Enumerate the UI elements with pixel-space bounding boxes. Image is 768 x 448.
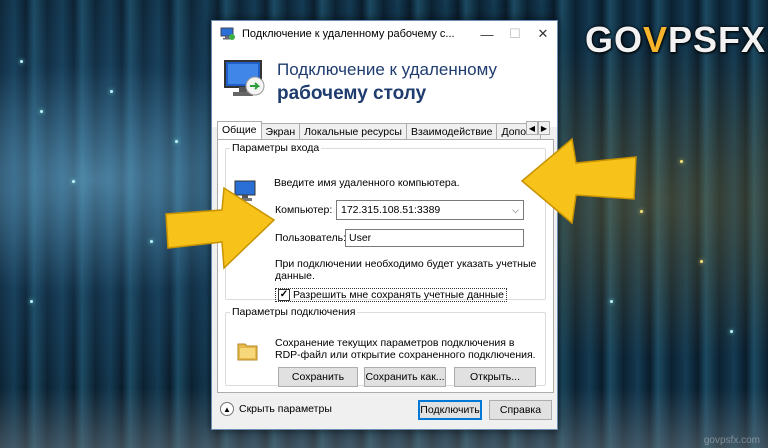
- hide-options-label: Скрыть параметры: [239, 403, 332, 415]
- folder-icon: [235, 338, 261, 364]
- tab-scroll-buttons: ◀ ▶: [526, 119, 550, 135]
- save-credentials-checkbox[interactable]: ✓: [278, 289, 290, 301]
- site-watermark: govpsfx.com: [703, 435, 760, 446]
- computer-label: Компьютер:: [275, 204, 333, 216]
- chevron-up-icon[interactable]: ▲: [220, 402, 234, 416]
- tab-strip: Общие Экран Локальные ресурсы Взаимодейс…: [217, 121, 542, 141]
- computer-combobox[interactable]: 172.315.108.51:3389 ⌵: [336, 200, 524, 220]
- user-field[interactable]: User: [345, 229, 524, 247]
- logon-group-title: Параметры входа: [230, 142, 322, 154]
- minimize-button[interactable]: —: [473, 21, 501, 47]
- credentials-note-line-2: данные.: [275, 270, 315, 282]
- remote-desktop-icon: [220, 27, 236, 41]
- connection-desc-line-2: RDP-файл или открытие сохраненного подкл…: [275, 349, 536, 361]
- save-credentials-label: Разрешить мне сохранять учетные данные: [293, 289, 504, 301]
- title-bar[interactable]: Подключение к удаленному рабочему с... —…: [212, 21, 557, 47]
- arrow-pointing-computer-field: [520, 137, 637, 225]
- user-label: Пользователь:: [275, 232, 347, 244]
- save-credentials-checkbox-row[interactable]: ✓ Разрешить мне сохранять учетные данные: [275, 288, 507, 302]
- chevron-down-icon[interactable]: ⌵: [512, 201, 519, 219]
- connect-button[interactable]: Подключить: [418, 400, 482, 420]
- tab-scroll-left-button[interactable]: ◀: [526, 121, 538, 135]
- save-as-button[interactable]: Сохранить как...: [364, 367, 446, 387]
- tab-general[interactable]: Общие: [217, 121, 262, 141]
- enter-computer-instruction: Введите имя удаленного компьютера.: [274, 177, 460, 189]
- save-button[interactable]: Сохранить: [278, 367, 358, 387]
- connection-group-title: Параметры подключения: [230, 306, 358, 318]
- window-title: Подключение к удаленному рабочему с...: [242, 28, 455, 40]
- connection-desc-line-1: Сохранение текущих параметров подключени…: [275, 337, 515, 349]
- close-button[interactable]: ✕: [529, 21, 557, 47]
- govpsfx-logo: GOVPSFX: [585, 19, 767, 60]
- banner-line-1: Подключение к удаленному: [277, 60, 497, 79]
- open-button[interactable]: Открыть...: [454, 367, 536, 387]
- help-button[interactable]: Справка: [489, 400, 552, 420]
- remote-desktop-icon: [222, 56, 268, 102]
- hide-options-toggle[interactable]: ▲ Скрыть параметры: [220, 402, 332, 416]
- maximize-button[interactable]: ☐: [501, 21, 529, 47]
- arrow-pointing-user-field: [165, 186, 276, 270]
- tab-scroll-right-button[interactable]: ▶: [538, 121, 550, 135]
- header-banner: Подключение к удаленному рабочему столу: [212, 47, 557, 127]
- credentials-note-line-1: При подключении необходимо будет указать…: [275, 258, 537, 270]
- computer-value: 172.315.108.51:3389: [341, 204, 441, 216]
- banner-line-2: рабочему столу: [277, 83, 427, 104]
